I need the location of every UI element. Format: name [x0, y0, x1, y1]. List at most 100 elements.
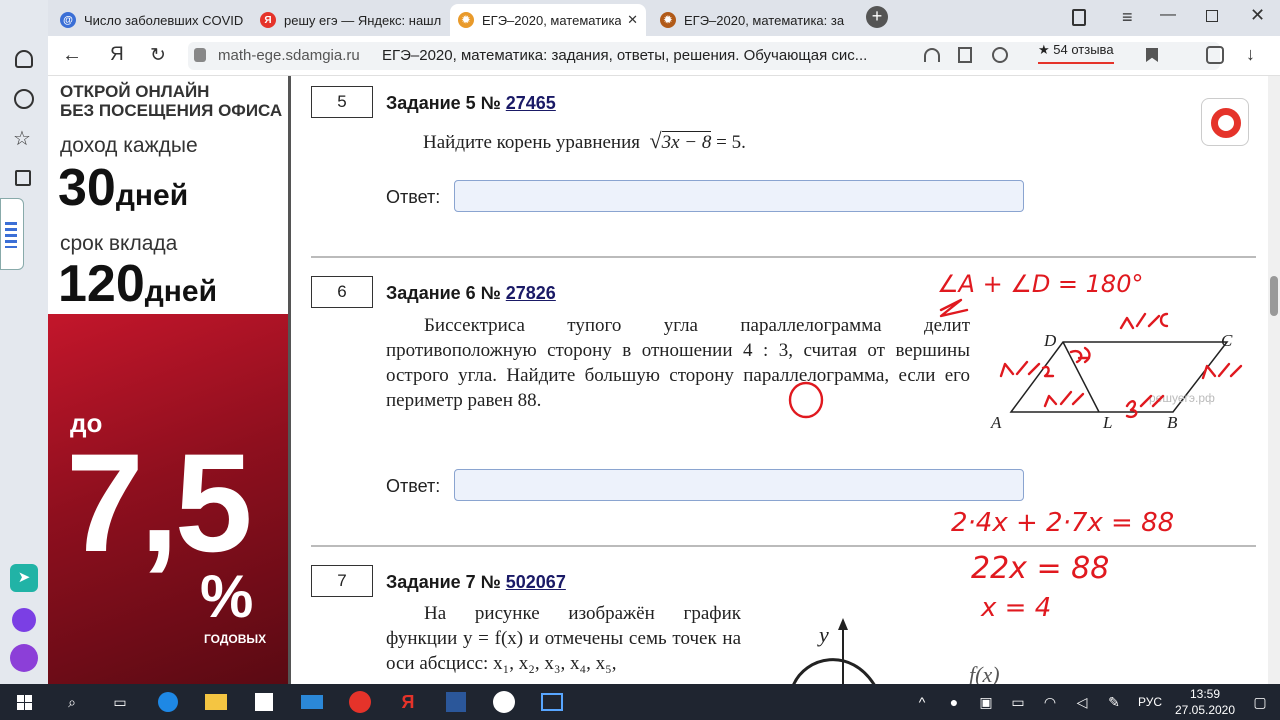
ad-rate: 7,5 — [66, 424, 253, 581]
download-icon[interactable]: ↓ — [1246, 44, 1255, 65]
ad-term: срок вклада — [60, 232, 178, 255]
dots-grid-icon — [5, 222, 17, 248]
task-link[interactable]: 27465 — [506, 93, 556, 113]
yandex-home-icon[interactable]: Я — [110, 44, 124, 66]
translate-icon[interactable] — [992, 47, 1008, 63]
task-link[interactable]: 27826 — [506, 283, 556, 303]
sdamgia-icon: ✹ — [660, 12, 676, 28]
minimize-button[interactable]: — — [1160, 6, 1176, 24]
task-number-box: 7 — [311, 565, 373, 597]
store-icon[interactable] — [240, 684, 288, 720]
equation: √3x − 8 = 5. — [649, 128, 746, 153]
mic-icon[interactable]: ● — [938, 684, 970, 720]
page-content: 5 Задание 5 № 27465 Найдите корень уравн… — [288, 76, 1280, 684]
advertisement-banner[interactable]: ОТКРОЙ ОНЛАЙН БЕЗ ПОСЕЩЕНИЯ ОФИСА доход … — [48, 76, 288, 684]
ad-annual: ГОДОВЫХ — [204, 632, 267, 646]
reload-icon[interactable]: ↻ — [150, 44, 166, 67]
task-link[interactable]: 502067 — [506, 572, 566, 592]
history-icon[interactable] — [14, 89, 34, 109]
address-bar-row: ← Я ↻ math-ege.sdamgia.ru ЕГЭ–2020, мате… — [48, 36, 1280, 76]
send-icon[interactable]: ➤ — [10, 564, 38, 592]
tab-ege-active[interactable]: ✹ ЕГЭ–2020, математика: з ✕ — [450, 4, 646, 36]
collections-icon[interactable] — [15, 170, 31, 186]
ad-days-1: 30дней — [58, 159, 189, 217]
search-icon[interactable]: ⌕ — [48, 684, 96, 720]
ink-angle-sum: ∠A + ∠D = 180° — [937, 270, 1143, 298]
app-w-icon[interactable] — [480, 684, 528, 720]
tab-bar: @ Число заболевших COVID Я решу егэ — Ян… — [0, 0, 1280, 36]
task-title: Задание 6 № 27826 — [386, 283, 556, 303]
yandex-browser-icon[interactable] — [336, 684, 384, 720]
battery-icon[interactable]: ▭ — [1002, 684, 1034, 720]
alice-voice-icon[interactable] — [10, 644, 38, 672]
alice-icon[interactable] — [12, 608, 36, 632]
back-icon[interactable]: ← — [62, 44, 82, 67]
task-text: На рисунке изображён график функции y = … — [386, 603, 741, 674]
answer-label: Ответ: — [386, 187, 441, 207]
language-indicator[interactable]: РУС — [1130, 684, 1170, 720]
task-number-box: 5 — [311, 86, 373, 118]
new-tab-button[interactable]: + — [866, 6, 888, 28]
ad-days-2: 120дней — [58, 255, 218, 313]
sqrt-sign: √ — [649, 128, 662, 153]
file-explorer-icon[interactable] — [192, 684, 240, 720]
task-view-icon[interactable]: ▭ — [96, 684, 144, 720]
page-title: ЕГЭ–2020, математика: задания, ответы, р… — [382, 47, 868, 64]
yandex-icon[interactable]: Я — [384, 684, 432, 720]
maximize-button[interactable] — [1206, 10, 1218, 22]
url-domain[interactable]: math-ege.sdamgia.ru — [218, 47, 360, 64]
pen-icon[interactable]: ✎ — [1098, 684, 1130, 720]
lifebuoy-icon — [1211, 108, 1241, 138]
ink-scribble — [939, 298, 969, 318]
sdamgia-icon: ✹ — [458, 12, 474, 28]
close-tab-icon[interactable]: ✕ — [621, 12, 638, 28]
tab-covid[interactable]: @ Число заболевших COVID — [52, 4, 248, 36]
screen-app-icon[interactable] — [528, 684, 576, 720]
ad-line-1: ОТКРОЙ ОНЛАЙН — [60, 82, 210, 101]
windows-taskbar: ⌕ ▭ Я ^ ● ▣ ▭ ◠ ◁ ✎ РУС 13:59 27.05.2020… — [0, 684, 1280, 720]
extensions-icon[interactable] — [1206, 46, 1224, 64]
reader-icon[interactable] — [958, 47, 972, 63]
tray-chevron-icon[interactable]: ^ — [906, 684, 938, 720]
scrollbar[interactable] — [1268, 76, 1280, 684]
menu-icon[interactable]: ≡ — [1122, 7, 1133, 28]
function-graph: y f(x) — [792, 618, 1000, 684]
ink-perimeter-equation: 2·4x + 2·7x = 88 — [951, 508, 1174, 538]
volume-icon[interactable]: ◁ — [1066, 684, 1098, 720]
answer-input-5[interactable] — [454, 180, 1024, 212]
task-title: Задание 5 № 27465 — [386, 93, 556, 113]
task-text: Биссектриса тупого угла параллелограмма … — [386, 315, 970, 411]
scrollbar-thumb[interactable] — [1270, 276, 1278, 316]
network-app-icon[interactable]: ▣ — [970, 684, 1002, 720]
reviews-badge[interactable]: ★ 54 отзыва — [1038, 42, 1114, 64]
task-text: Найдите корень уравнения √3x − 8 = 5. — [423, 128, 746, 153]
handwriting-overlay: ∠A + ∠D = 180° 2·4x + 2·7x = 88 22x = 88… — [937, 270, 1174, 623]
ad-income: доход каждые — [60, 134, 198, 157]
ink-circle-88 — [788, 381, 824, 419]
y-axis-label: y — [817, 622, 829, 647]
bookmarks-icon[interactable] — [1072, 9, 1086, 26]
curve — [792, 658, 876, 684]
headphones-icon[interactable] — [924, 48, 940, 62]
windows-start-icon[interactable] — [0, 684, 48, 720]
task-title: Задание 7 № 502067 — [386, 572, 566, 592]
ad-percent: % — [200, 563, 254, 630]
clock[interactable]: 13:59 27.05.2020 — [1170, 686, 1240, 718]
mail-icon[interactable] — [288, 684, 336, 720]
browser-sidebar: ☆ ➤ — [0, 0, 48, 684]
function-label: f(x) — [969, 662, 1000, 684]
ad-line-2: БЕЗ ПОСЕЩЕНИЯ ОФИСА — [60, 101, 283, 120]
ink-22x: 22x = 88 — [971, 551, 1109, 586]
notifications-icon[interactable]: ▢ — [1240, 684, 1280, 720]
at-icon: @ — [60, 12, 76, 28]
close-window-button[interactable]: ✕ — [1250, 5, 1265, 26]
star-icon[interactable]: ☆ — [13, 126, 31, 151]
tab-ege-2[interactable]: ✹ ЕГЭ–2020, математика: за — [652, 4, 848, 36]
bell-icon[interactable] — [15, 50, 33, 68]
edge-icon[interactable] — [144, 684, 192, 720]
word-icon[interactable] — [432, 684, 480, 720]
lock-icon — [194, 48, 206, 62]
tab-yandex-search[interactable]: Я решу егэ — Яндекс: нашл — [252, 4, 448, 36]
wifi-icon[interactable]: ◠ — [1034, 684, 1066, 720]
help-lifebuoy-button[interactable] — [1201, 98, 1249, 146]
